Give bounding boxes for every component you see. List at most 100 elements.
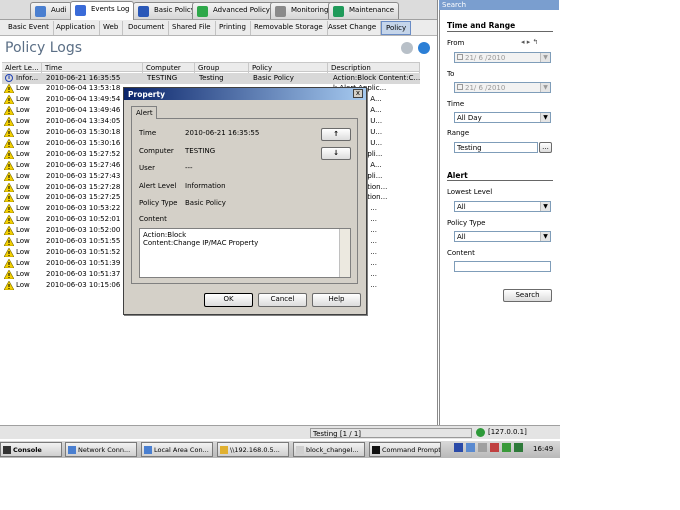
info-icon: i (5, 73, 13, 82)
network-icon (144, 446, 152, 454)
subtab-application[interactable]: Application (52, 21, 101, 35)
advanced-policy-icon (197, 6, 208, 17)
cancel-button[interactable]: Cancel (258, 293, 307, 307)
taskbar-item[interactable]: Command Prompt (369, 442, 441, 457)
network-icon (68, 446, 76, 454)
row-alert-level: Low (16, 160, 30, 169)
previous-record-button[interactable]: ↑ (321, 128, 351, 141)
subtab-document[interactable]: Document (124, 21, 170, 35)
taskbar-item[interactable]: Local Area Con... (141, 442, 213, 457)
tab-events-log[interactable]: Events Log (70, 1, 135, 20)
warning-icon (4, 237, 14, 246)
row-policy: Basic Policy (253, 73, 294, 82)
to-label: To (447, 70, 455, 78)
pane-divider[interactable] (437, 0, 438, 425)
row-alert-level: Infor... (16, 73, 39, 82)
policy-type-select[interactable]: All ▼ (454, 231, 551, 242)
subtab-policy[interactable]: Policy (381, 21, 412, 35)
content-textarea[interactable]: Action:Block Content:Change IP/MAC Prope… (139, 228, 351, 278)
forward-icon[interactable] (418, 42, 430, 54)
ok-button[interactable]: OK (204, 293, 253, 307)
lowest-level-select[interactable]: All ▼ (454, 201, 551, 212)
time-field-label: Time (139, 129, 157, 137)
events-log-icon (75, 5, 86, 16)
subtab-asset-change[interactable]: Asset Change (324, 21, 382, 35)
warning-icon (4, 160, 14, 170)
from-date-picker[interactable]: 21/ 6 /2010 ▼ (454, 52, 551, 63)
tab-advanced-policy[interactable]: Advanced Policy (192, 2, 275, 19)
user-field-label: User (139, 164, 155, 172)
basic-policy-icon (138, 6, 149, 17)
taskbar-item[interactable]: \\192.168.0.5... (217, 442, 289, 457)
subtab-basic-event[interactable]: Basic Event (4, 21, 54, 35)
panel-nav-arrows-icon[interactable]: ◂ ▸ ↰ (521, 38, 538, 46)
range-input[interactable]: Testing (454, 142, 538, 153)
tab-monitoring[interactable]: Monitoring (270, 2, 334, 19)
row-computer: TESTING (147, 73, 178, 82)
table-row[interactable]: i Infor... 2010-06-21 16:35:55 TESTING Testi… (2, 73, 420, 84)
col-computer[interactable]: Computer (143, 63, 195, 73)
content-scrollbar[interactable] (339, 229, 350, 277)
row-alert-level: Low (16, 258, 30, 267)
taskbar-console[interactable]: Console (0, 442, 62, 457)
row-alert-level: Low (16, 138, 30, 147)
clock: 16:49 (533, 445, 554, 453)
col-alert-level[interactable]: Alert Le... (2, 63, 42, 73)
warning-icon (4, 84, 14, 94)
subtab-removable-storage[interactable]: Removable Storage (250, 21, 328, 35)
tab-audit[interactable]: Audi (30, 2, 72, 19)
command-prompt-icon (372, 446, 380, 454)
tray-icon[interactable] (490, 443, 499, 452)
divider (447, 31, 553, 32)
row-alert-level: Low (16, 95, 30, 104)
range-browse-button[interactable]: ... (539, 142, 552, 153)
row-alert-level: Low (16, 269, 30, 278)
user-field-value: --- (185, 164, 193, 172)
subtab-web[interactable]: Web (99, 21, 124, 35)
row-alert-level: Low (16, 84, 30, 93)
close-icon[interactable]: x (353, 89, 363, 98)
search-button[interactable]: Search (503, 289, 552, 302)
system-tray-icons[interactable] (454, 443, 528, 455)
language-icon[interactable] (454, 443, 463, 452)
col-policy[interactable]: Policy (249, 63, 328, 73)
time-select[interactable]: All Day ▼ (454, 112, 551, 123)
sub-tab-bar: Basic Event Application Web Document Sha… (0, 20, 438, 36)
subtab-printing[interactable]: Printing (215, 21, 251, 35)
warning-icon (4, 95, 14, 105)
time-label: Time (447, 100, 465, 108)
row-alert-level: Low (16, 171, 30, 180)
tray-icon[interactable] (514, 443, 523, 452)
tray-icon[interactable] (478, 443, 487, 452)
taskbar-item[interactable]: Network Conn... (65, 442, 137, 457)
warning-icon (4, 106, 14, 116)
tab-maintenance[interactable]: Maintenance (328, 2, 400, 19)
row-alert-level: Low (16, 237, 30, 245)
search-panel (439, 0, 559, 425)
time-field-value: 2010-06-21 16:35:55 (185, 129, 260, 137)
tray-icon[interactable] (502, 443, 511, 452)
row-alert-level: Low (16, 182, 30, 191)
col-description[interactable]: Description (328, 63, 420, 73)
back-icon[interactable] (401, 42, 413, 54)
to-date-picker[interactable]: 21/ 6 /2010 ▼ (454, 82, 551, 93)
taskbar-item[interactable]: block_changeI... (293, 442, 365, 457)
row-alert-level: Low (16, 149, 30, 158)
policy-type-field-label: Policy Type (139, 199, 178, 207)
content-input[interactable] (454, 261, 551, 272)
warning-icon (4, 149, 14, 159)
col-time[interactable]: Time (42, 63, 143, 73)
next-record-button[interactable]: ↓ (321, 147, 351, 160)
warning-icon (4, 226, 14, 236)
warning-icon (4, 258, 14, 268)
row-time: 2010-06-21 16:35:55 (46, 73, 121, 82)
document-icon (296, 446, 304, 454)
tray-icon[interactable] (466, 443, 475, 452)
col-group[interactable]: Group (195, 63, 249, 73)
subtab-shared-file[interactable]: Shared File (168, 21, 216, 35)
warning-icon (4, 138, 14, 148)
help-button[interactable]: Help (312, 293, 361, 307)
tab-basic-policy[interactable]: Basic Policy (133, 2, 200, 19)
tab-alert[interactable]: Alert (131, 106, 157, 119)
warning-icon (4, 117, 14, 127)
